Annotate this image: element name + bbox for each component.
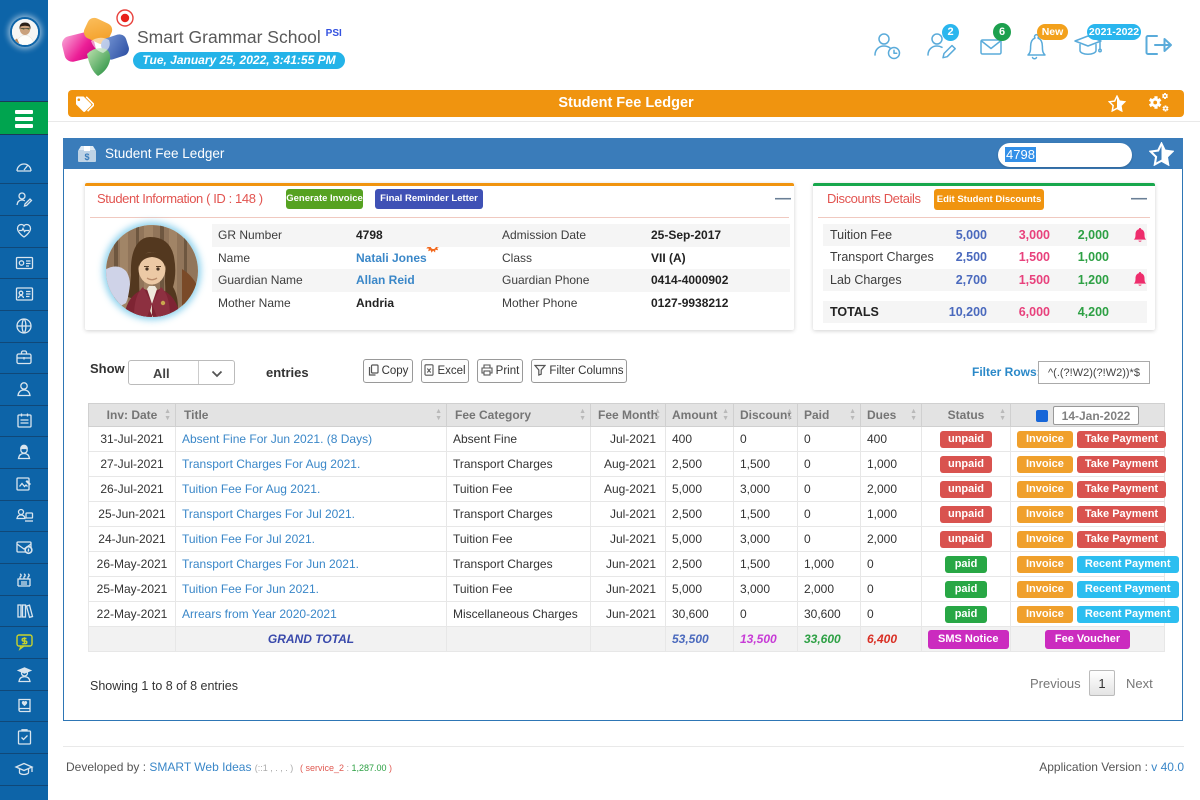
svg-text:$: $: [84, 152, 89, 162]
